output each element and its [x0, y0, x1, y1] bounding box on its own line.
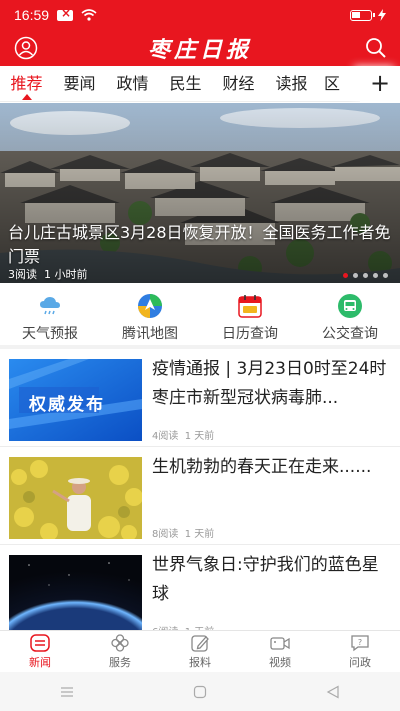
news-title[interactable]: 世界气象日:守护我们的蓝色星球	[152, 551, 392, 609]
nav-services[interactable]: 服务	[80, 631, 160, 672]
tab-livelihood[interactable]: 民生	[159, 66, 212, 102]
tab-read-paper[interactable]: 读报	[265, 66, 318, 102]
quick-label: 日历查询	[222, 326, 278, 342]
news-time: 1 天前	[184, 431, 215, 442]
weather-icon	[40, 297, 60, 315]
bottom-navigation: 新闻 服务 报料 视频 ? 问政	[0, 630, 400, 672]
bus-icon	[338, 294, 362, 318]
news-title[interactable]: 疫情通报 | 3月23日0时至24时 枣庄市新型冠状病毒肺...	[152, 355, 392, 413]
status-bar: 16:59	[0, 0, 400, 30]
news-icon	[30, 634, 50, 652]
carousel-dot[interactable]	[383, 273, 388, 278]
news-thumbnail	[9, 457, 142, 539]
thumbnail-text: 权威发布	[29, 395, 105, 415]
notification-icon	[57, 6, 74, 21]
chat-question-icon: ?	[351, 635, 369, 652]
news-thumbnail: 权威发布	[9, 359, 142, 441]
app-header: 枣庄日报	[0, 30, 400, 66]
tab-recommend[interactable]: 推荐	[0, 66, 53, 102]
calendar-icon	[238, 295, 262, 318]
weather-service-button[interactable]: 天气预报	[0, 287, 100, 343]
news-time: 1 天前	[184, 529, 215, 540]
add-channel-button[interactable]: +	[360, 66, 400, 102]
back-icon[interactable]	[326, 684, 340, 699]
user-icon[interactable]	[14, 36, 38, 60]
featured-banner[interactable]: 台儿庄古城景区3月28日恢复开放！全国医务工作者免门票 3阅读 1 小时前	[0, 103, 400, 283]
battery-icon	[350, 9, 375, 21]
nav-label: 报料	[189, 656, 211, 669]
map-icon	[138, 294, 162, 318]
news-item[interactable]: 世界气象日:守护我们的蓝色星球 6阅读 1 天前	[0, 545, 400, 643]
menu-icon[interactable]	[60, 685, 74, 699]
nav-inquiry[interactable]: ? 问政	[320, 631, 400, 672]
news-thumbnail	[9, 555, 142, 637]
charging-icon	[378, 9, 386, 21]
app-logo: 枣庄日报	[147, 37, 252, 63]
banner-caption[interactable]: 台儿庄古城景区3月28日恢复开放！全国医务工作者免门票	[8, 221, 392, 269]
home-icon[interactable]	[193, 685, 207, 699]
tab-district[interactable]: 区	[318, 66, 346, 102]
banner-time: 1 小时前	[44, 268, 88, 281]
news-meta: 8阅读 1 天前	[152, 525, 214, 540]
news-reads: 8阅读	[152, 529, 179, 540]
news-item[interactable]: 生机勃勃的春天正在走来...... 8阅读 1 天前	[0, 447, 400, 545]
news-title[interactable]: 生机勃勃的春天正在走来......	[152, 453, 392, 482]
video-icon	[270, 637, 290, 650]
nav-label: 服务	[109, 656, 131, 669]
carousel-indicator	[343, 273, 388, 278]
nav-label: 新闻	[29, 656, 51, 669]
news-reads: 4阅读	[152, 431, 179, 442]
nav-label: 视频	[269, 656, 291, 669]
tab-finance[interactable]: 财经	[212, 66, 265, 102]
banner-reads: 3阅读	[8, 268, 37, 281]
tab-headlines[interactable]: 要闻	[53, 66, 106, 102]
carousel-dot[interactable]	[373, 273, 378, 278]
quick-label: 公交查询	[322, 326, 378, 342]
wifi-icon	[81, 9, 97, 21]
nav-label: 问政	[349, 656, 371, 669]
carousel-dot[interactable]	[343, 273, 348, 278]
banner-meta: 3阅读 1 小时前	[8, 266, 88, 282]
calendar-service-button[interactable]: 日历查询	[200, 287, 300, 343]
svg-text:?: ?	[358, 638, 362, 647]
category-tabs: 推荐 要闻 政情 民生 财经 读报 区 +	[0, 66, 400, 102]
quick-label: 天气预报	[22, 326, 78, 342]
map-service-button[interactable]: 腾讯地图	[100, 287, 200, 343]
news-meta: 4阅读 1 天前	[152, 427, 214, 442]
bus-service-button[interactable]: 公交查询	[300, 287, 400, 343]
nav-video[interactable]: 视频	[240, 631, 320, 672]
search-icon[interactable]	[364, 36, 388, 60]
nav-news[interactable]: 新闻	[0, 631, 80, 672]
news-item[interactable]: 权威发布 疫情通报 | 3月23日0时至24时 枣庄市新型冠状病毒肺... 4阅…	[0, 349, 400, 447]
quick-label: 腾讯地图	[122, 326, 178, 342]
quick-services: 天气预报 腾讯地图 日历查询 公交查询	[0, 287, 400, 343]
edit-icon	[191, 635, 209, 652]
flower-icon	[111, 634, 129, 652]
status-time: 16:59	[14, 7, 50, 23]
nav-report[interactable]: 报料	[160, 631, 240, 672]
tab-politics[interactable]: 政情	[106, 66, 159, 102]
carousel-dot[interactable]	[353, 273, 358, 278]
carousel-dot[interactable]	[363, 273, 368, 278]
system-navigation-bar	[0, 672, 400, 711]
